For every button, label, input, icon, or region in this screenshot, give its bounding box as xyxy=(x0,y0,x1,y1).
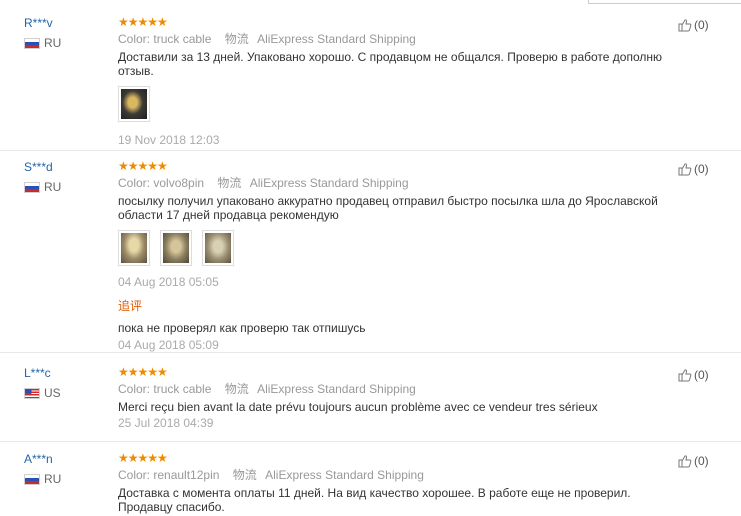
review-item: L***c US ★★★★★ Color: truck cable 物流 Ali… xyxy=(0,366,741,442)
helpful-button[interactable]: (0) xyxy=(678,368,709,382)
usa-flag-icon xyxy=(24,387,40,399)
color-value: truck cable xyxy=(153,382,212,396)
country-code: RU xyxy=(44,180,62,194)
shipping-method: AliExpress Standard Shipping xyxy=(249,176,409,190)
reviewer-country: RU xyxy=(24,180,61,194)
star-rating: ★★★★★ xyxy=(118,159,168,173)
shipping-label: 物流 xyxy=(217,176,242,190)
helpful-count: (0) xyxy=(694,454,709,468)
helpful-count: (0) xyxy=(694,162,709,176)
color-label: Color: xyxy=(118,382,151,396)
country-code: RU xyxy=(44,36,62,50)
review-photos xyxy=(118,230,688,266)
review-photo-thumbnail[interactable] xyxy=(118,230,150,266)
shipping-label: 物流 xyxy=(224,382,249,396)
reviewer-country: RU xyxy=(24,36,61,50)
color-value: renault12pin xyxy=(153,468,220,482)
reviewer-country: RU xyxy=(24,472,61,486)
review-meta: Color: volvo8pin 物流 AliExpress Standard … xyxy=(118,176,688,190)
review-photos xyxy=(118,86,688,122)
thumbs-up-icon xyxy=(678,369,692,382)
color-label: Color: xyxy=(118,32,151,46)
shipping-label: 物流 xyxy=(224,32,249,46)
russia-flag-icon xyxy=(24,473,40,485)
reviewer-info: R***v RU xyxy=(24,16,61,50)
review-meta: Color: truck cable 物流 AliExpress Standar… xyxy=(118,32,688,46)
followup-label: 追评 xyxy=(118,299,143,313)
review-meta: Color: truck cable 物流 AliExpress Standar… xyxy=(118,382,688,396)
shipping-method: AliExpress Standard Shipping xyxy=(257,382,416,396)
color-label: Color: xyxy=(118,176,151,190)
helpful-button[interactable]: (0) xyxy=(678,162,709,176)
russia-flag-icon xyxy=(24,37,40,49)
reviewer-name: L***c xyxy=(24,366,51,380)
thumbs-up-icon xyxy=(678,163,692,176)
review-item: R***v RU ★★★★★ Color: truck cable 物流 Ali… xyxy=(0,16,741,151)
reviewer-country: US xyxy=(24,386,61,400)
country-code: US xyxy=(44,386,61,400)
review-text: Доставка с момента оплаты 11 дней. На ви… xyxy=(118,486,631,514)
star-rating: ★★★★★ xyxy=(118,365,168,379)
followup-text: пока не проверял как проверю так отпишус… xyxy=(118,321,366,335)
thumbs-up-icon xyxy=(678,19,692,32)
top-frame xyxy=(588,0,741,4)
review-date: 19 Nov 2018 12:03 xyxy=(118,133,220,147)
reviewer-name: S***d xyxy=(24,160,53,174)
review-content: ★★★★★ Color: truck cable 物流 AliExpress S… xyxy=(118,16,688,147)
review-date: 25 Jul 2018 04:39 xyxy=(118,416,214,430)
country-code: RU xyxy=(44,472,62,486)
color-label: Color: xyxy=(118,468,151,482)
helpful-button[interactable]: (0) xyxy=(678,18,709,32)
color-value: volvo8pin xyxy=(153,176,205,190)
review-text: посылку получил упаковано аккуратно прод… xyxy=(118,194,658,222)
review-meta: Color: renault12pin 物流 AliExpress Standa… xyxy=(118,468,688,482)
review-photo-thumbnail[interactable] xyxy=(202,230,234,266)
thumbs-up-icon xyxy=(678,455,692,468)
review-item: A***n RU ★★★★★ Color: renault12pin 物流 Al… xyxy=(0,452,741,516)
star-rating: ★★★★★ xyxy=(118,451,168,465)
review-photo-thumbnail[interactable] xyxy=(118,86,150,122)
review-content: ★★★★★ Color: truck cable 物流 AliExpress S… xyxy=(118,366,688,430)
shipping-method: AliExpress Standard Shipping xyxy=(257,32,416,46)
shipping-method: AliExpress Standard Shipping xyxy=(265,468,424,482)
followup-date: 04 Aug 2018 05:09 xyxy=(118,338,219,352)
review-photo-thumbnail[interactable] xyxy=(160,230,192,266)
shipping-label: 物流 xyxy=(232,468,257,482)
reviewer-info: S***d RU xyxy=(24,160,61,194)
reviewer-info: A***n RU xyxy=(24,452,61,486)
russia-flag-icon xyxy=(24,181,40,193)
review-item: S***d RU ★★★★★ Color: volvo8pin 物流 AliEx… xyxy=(0,160,741,353)
helpful-button[interactable]: (0) xyxy=(678,454,709,468)
star-rating: ★★★★★ xyxy=(118,15,168,29)
reviewer-name: R***v xyxy=(24,16,53,30)
review-date: 04 Aug 2018 05:05 xyxy=(118,275,219,289)
helpful-count: (0) xyxy=(694,368,709,382)
review-text: Доставили за 13 дней. Упаковано хорошо. … xyxy=(118,50,663,78)
reviewer-name: A***n xyxy=(24,452,53,466)
reviewer-info: L***c US xyxy=(24,366,61,400)
review-content: ★★★★★ Color: renault12pin 物流 AliExpress … xyxy=(118,452,688,514)
review-content: ★★★★★ Color: volvo8pin 物流 AliExpress Sta… xyxy=(118,160,688,352)
review-text: Merci reçu bien avant la date prévu touj… xyxy=(118,400,598,414)
helpful-count: (0) xyxy=(694,18,709,32)
color-value: truck cable xyxy=(153,32,212,46)
